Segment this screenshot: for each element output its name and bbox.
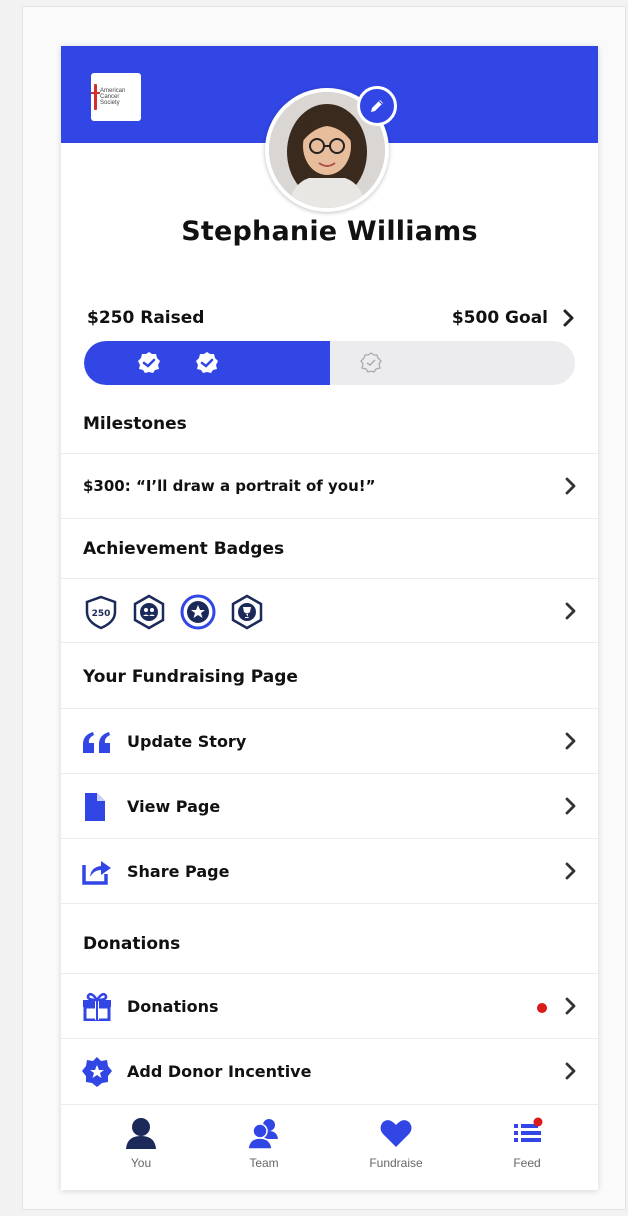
chevron-right-icon — [565, 797, 576, 815]
badges-heading: Achievement Badges — [83, 539, 285, 559]
update-story-row[interactable]: Update Story — [61, 708, 598, 773]
chevron-right-icon — [565, 477, 576, 495]
milestone-text: $300: “I’ll draw a portrait of you!” — [83, 477, 376, 495]
fundraising-page-heading: Your Fundraising Page — [83, 667, 298, 687]
fundraising-progress-bar — [84, 341, 575, 385]
star-circle-badge-icon — [180, 594, 216, 630]
chevron-right-icon — [565, 862, 576, 880]
milestones-heading: Milestones — [83, 414, 187, 434]
heart-icon — [380, 1120, 412, 1147]
star-badge-icon — [82, 1057, 112, 1087]
person-icon — [126, 1118, 156, 1149]
organization-logo[interactable]: American Cancer Society — [91, 73, 141, 121]
team-icon — [247, 1119, 278, 1150]
tab-label: You — [130, 1156, 152, 1170]
chevron-right-icon — [565, 602, 576, 620]
gift-icon — [83, 992, 111, 1021]
tab-label: Team — [249, 1156, 279, 1170]
tab-team[interactable]: Team — [219, 1117, 309, 1170]
fundraising-page-heading-row: Your Fundraising Page — [61, 642, 598, 708]
tab-you[interactable]: You — [96, 1117, 186, 1170]
milestone-pending-icon — [360, 352, 382, 373]
donations-heading-row: Donations — [61, 903, 598, 973]
view-page-label: View Page — [127, 797, 221, 816]
donations-row[interactable]: Donations — [61, 973, 598, 1038]
chevron-right-icon — [565, 1062, 576, 1080]
milestone-check-icon — [196, 352, 218, 373]
badges-heading-row: Achievement Badges — [61, 518, 598, 578]
profile-name: Stephanie Williams — [181, 216, 478, 247]
trophy-badge-icon — [231, 594, 263, 630]
list-icon — [514, 1117, 543, 1142]
badge-text: 250 — [92, 609, 111, 619]
goal-amount[interactable]: $500 Goal — [452, 308, 548, 328]
raised-amount: $250 Raised — [87, 308, 205, 328]
team-hexagon-badge-icon — [133, 594, 165, 630]
bottom-tab-bar: You Team Fundraise Feed — [61, 1104, 598, 1190]
logo-text-line: Society — [100, 100, 120, 106]
pencil-icon — [371, 100, 383, 112]
shield-250-badge-icon: 250 — [85, 595, 117, 630]
view-page-row[interactable]: View Page — [61, 773, 598, 838]
donations-heading: Donations — [83, 934, 181, 954]
badges-row[interactable]: 250 — [61, 578, 598, 642]
donations-alert-dot — [537, 1003, 547, 1013]
goal-chevron-right-icon[interactable] — [562, 308, 576, 328]
logo-sword-icon — [91, 84, 100, 110]
add-donor-incentive-row[interactable]: Add Donor Incentive — [61, 1038, 598, 1104]
donations-label: Donations — [127, 997, 219, 1016]
document-icon — [85, 793, 105, 821]
milestone-check-icon — [138, 352, 160, 373]
chevron-right-icon — [565, 732, 576, 750]
tab-label: Feed — [513, 1156, 541, 1170]
app-screen: American Cancer Society Stephanie Willia… — [61, 46, 598, 1190]
share-page-row[interactable]: Share Page — [61, 838, 598, 903]
tab-label: Fundraise — [369, 1156, 423, 1170]
edit-profile-button[interactable] — [357, 86, 397, 126]
chevron-right-icon — [565, 997, 576, 1015]
quote-icon — [83, 732, 110, 753]
add-donor-incentive-label: Add Donor Incentive — [127, 1062, 312, 1081]
share-icon — [82, 861, 111, 885]
tab-feed[interactable]: Feed — [482, 1117, 572, 1170]
update-story-label: Update Story — [127, 732, 247, 751]
share-page-label: Share Page — [127, 862, 230, 881]
tab-fundraise[interactable]: Fundraise — [351, 1117, 441, 1170]
milestone-row[interactable]: $300: “I’ll draw a portrait of you!” — [61, 453, 598, 518]
